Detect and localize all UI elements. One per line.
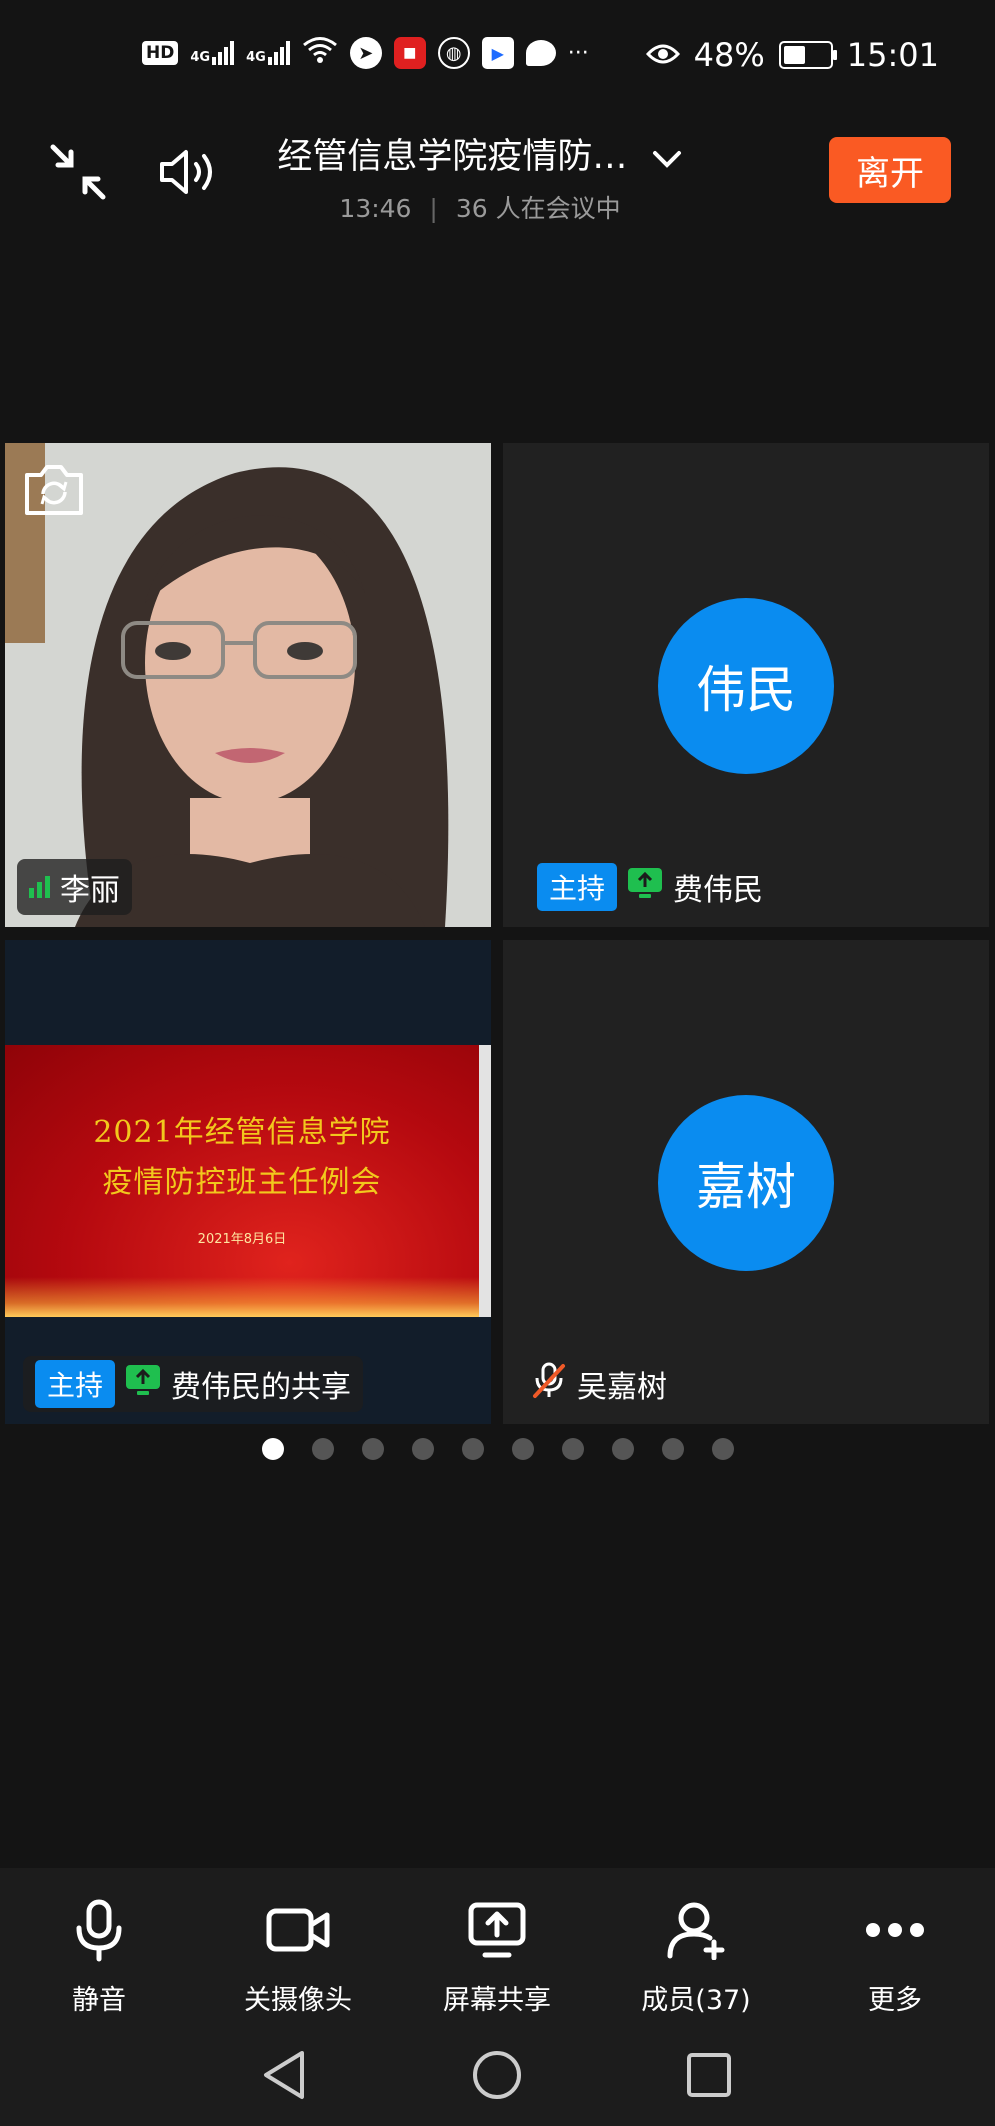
- attendee-count: 36 人在会议中: [455, 194, 621, 223]
- page-dot[interactable]: [561, 1438, 584, 1460]
- network-type-label: 4G: [246, 50, 266, 65]
- screen-share-icon: [468, 1902, 526, 1958]
- separator: |: [429, 194, 438, 223]
- meeting-subtitle: 13:46 | 36 人在会议中: [220, 189, 740, 225]
- battery-icon: [778, 41, 837, 69]
- page-dot[interactable]: [411, 1438, 434, 1460]
- network-quality-icon: [29, 876, 50, 898]
- camera-off-label: 关摄像头: [244, 1985, 352, 2016]
- mic-muted-icon: [531, 1360, 567, 1408]
- participant-name: 费伟民: [673, 873, 764, 908]
- mute-label: 静音: [72, 1985, 126, 2016]
- add-member-icon: [667, 1902, 725, 1960]
- hd-indicator: HD: [142, 41, 179, 65]
- battery-level: [783, 46, 805, 64]
- video-camera-icon: [266, 1908, 330, 1952]
- meeting-title[interactable]: 经管信息学院疫情防…: [220, 128, 740, 179]
- battery-percent: 48%: [693, 36, 765, 74]
- status-bar: HD 4G 4G ➤ ■ ◍ ▶ ··· 48% 15:01: [0, 0, 995, 110]
- participant-nameplate: 吴嘉树: [519, 1356, 679, 1412]
- network-type-label: 4G: [190, 50, 211, 65]
- shared-slide: 2021年经管信息学院 疫情防控班主任例会 2021年8月6日: [5, 1045, 479, 1317]
- participant-nameplate: 主持 费伟民: [525, 859, 775, 915]
- microphone-icon: [76, 1899, 122, 1962]
- avatar: 嘉树: [658, 1095, 834, 1271]
- members-label: 成员(37): [641, 1985, 751, 2016]
- slide-title-line2: 疫情防控班主任例会: [102, 1165, 382, 1200]
- camera-flip-icon: [25, 465, 83, 515]
- minimize-arrows-icon: [50, 144, 106, 200]
- host-badge: 主持: [35, 1360, 116, 1408]
- page-dot[interactable]: [311, 1438, 334, 1460]
- page-dot[interactable]: [661, 1438, 684, 1460]
- slide-decoration: [5, 1277, 479, 1317]
- speaker-button[interactable]: [154, 138, 222, 206]
- page-dot[interactable]: [511, 1438, 534, 1460]
- meeting-elapsed: 13:46: [339, 194, 412, 223]
- globe-icon: ◍: [437, 37, 470, 69]
- status-icons-right: 48% 15:01: [645, 36, 939, 74]
- clock: 15:01: [846, 36, 939, 74]
- meeting-info[interactable]: 经管信息学院疫情防… 13:46 | 36 人在会议中: [220, 128, 740, 225]
- home-circle-icon: [473, 2051, 521, 2099]
- chevron-down-icon[interactable]: [651, 138, 683, 178]
- switch-camera-button[interactable]: [23, 461, 85, 517]
- host-badge: 主持: [537, 863, 618, 911]
- video-tile-li-li[interactable]: 李丽: [5, 443, 491, 927]
- mute-button[interactable]: 静音: [19, 1890, 179, 2017]
- avatar: 伟民: [658, 598, 834, 774]
- page-dot[interactable]: [261, 1438, 284, 1460]
- more-notifications-icon: ···: [567, 40, 589, 66]
- youku-icon: ▶: [481, 37, 514, 69]
- video-tile-wu-jiashu[interactable]: 嘉树 吴嘉树: [503, 940, 989, 1424]
- signal-icon: 4G: [190, 41, 235, 65]
- page-dot[interactable]: [361, 1438, 384, 1460]
- back-nav-button[interactable]: [250, 2040, 320, 2110]
- page-dot[interactable]: [461, 1438, 484, 1460]
- page-dot[interactable]: [611, 1438, 634, 1460]
- app-notification-icon: ➤: [349, 37, 382, 69]
- members-button[interactable]: 成员(37): [616, 1890, 776, 2017]
- screen-share-button[interactable]: 屏幕共享: [417, 1890, 577, 2017]
- screen-share-tile[interactable]: 2021年经管信息学院 疫情防控班主任例会 2021年8月6日 主持 费伟民的共…: [5, 940, 491, 1424]
- video-app-icon: ■: [393, 37, 426, 69]
- slide-edge: [479, 1045, 491, 1317]
- share-nameplate: 主持 费伟民的共享: [23, 1356, 364, 1412]
- share-name: 费伟民的共享: [171, 1370, 352, 1405]
- eye-icon: [645, 36, 680, 74]
- wifi-icon: [302, 36, 338, 70]
- signal-icon: 4G: [246, 41, 290, 65]
- screen-share-label: 屏幕共享: [443, 1985, 551, 2016]
- leave-button[interactable]: 离开: [829, 137, 951, 203]
- speaker-icon: [160, 150, 212, 194]
- participant-name: 李丽: [60, 873, 120, 908]
- page-dot[interactable]: [711, 1438, 734, 1460]
- meeting-title-text: 经管信息学院疫情防…: [277, 137, 628, 177]
- chat-bubble-icon: [525, 40, 556, 66]
- more-dots-icon: [866, 1923, 924, 1937]
- more-label: 更多: [868, 1985, 922, 2016]
- camera-off-button[interactable]: 关摄像头: [218, 1890, 378, 2017]
- back-triangle-icon: [264, 2051, 304, 2099]
- participant-name: 吴嘉树: [577, 1370, 667, 1405]
- more-button[interactable]: 更多: [815, 1890, 975, 2017]
- home-nav-button[interactable]: [462, 2040, 532, 2110]
- slide-date: 2021年8月6日: [197, 1232, 287, 1247]
- video-tile-fei-weimin[interactable]: 伟民 主持 费伟民: [503, 443, 989, 927]
- page-indicator: [0, 1438, 995, 1460]
- minimize-button[interactable]: [46, 140, 110, 204]
- recents-nav-button[interactable]: [674, 2040, 744, 2110]
- recents-square-icon: [687, 2053, 731, 2097]
- status-icons-left: HD 4G 4G ➤ ■ ◍ ▶ ···: [142, 36, 589, 70]
- screen-share-icon: [125, 1364, 161, 1404]
- slide-title-line1: 2021年经管信息学院: [93, 1115, 391, 1150]
- screen-share-icon: [627, 867, 663, 907]
- participant-nameplate: 李丽: [17, 859, 132, 915]
